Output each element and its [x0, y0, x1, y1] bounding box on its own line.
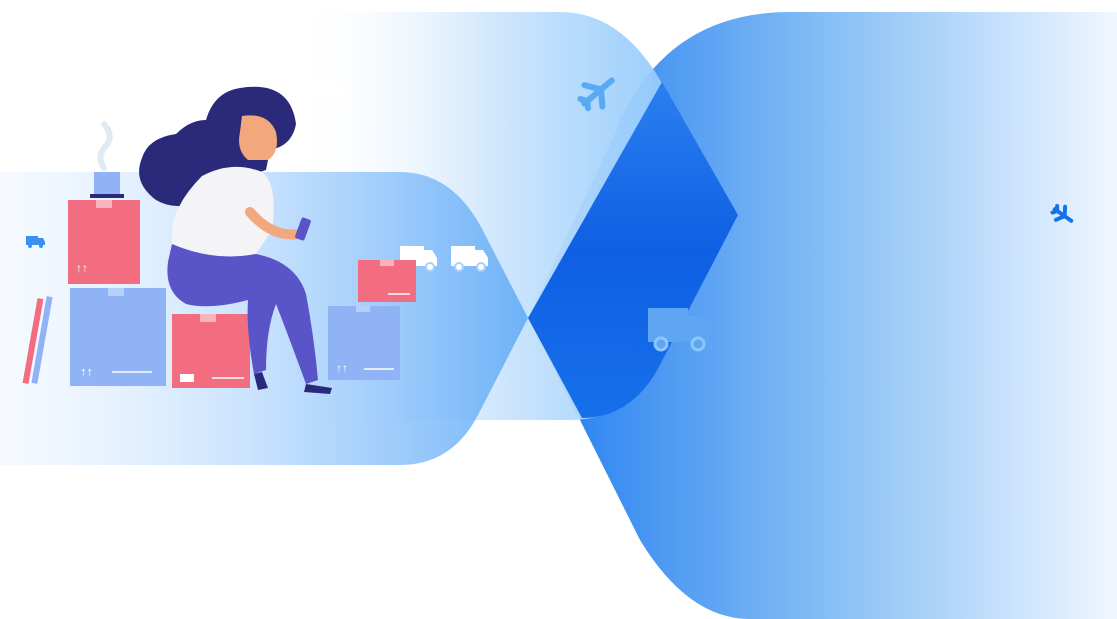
- cardboard-box-icon: ↑↑: [328, 306, 400, 380]
- svg-text:↑↑: ↑↑: [76, 261, 88, 275]
- coffee-cup-icon: [90, 121, 124, 198]
- logistics-hero-illustration: ↑↑ ↑↑ ↑↑: [0, 0, 1117, 619]
- cardboard-box-icon: ↑↑: [68, 200, 140, 284]
- svg-text:↑↑: ↑↑: [80, 364, 93, 379]
- cardboard-box-icon: ↑↑: [70, 288, 166, 386]
- cardboard-box-icon: [358, 260, 416, 302]
- illustration-canvas: ↑↑ ↑↑ ↑↑: [0, 12, 1117, 619]
- cardboard-box-icon: [172, 314, 250, 388]
- svg-text:↑↑: ↑↑: [336, 361, 348, 375]
